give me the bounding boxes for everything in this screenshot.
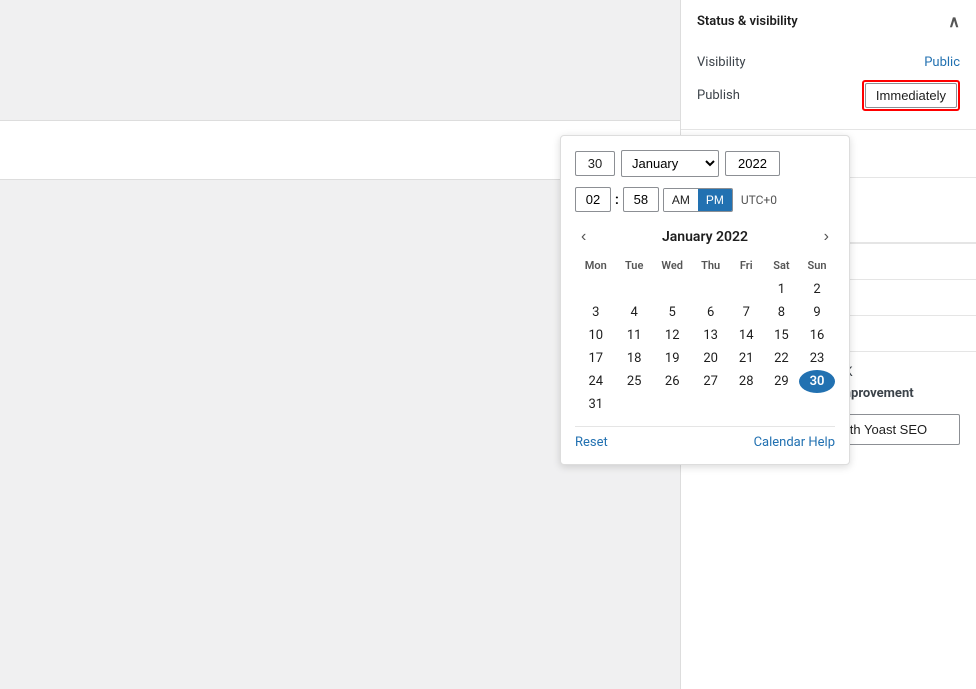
calendar-day-cell[interactable]: 18 [617, 347, 652, 370]
calendar-day-cell[interactable]: 7 [729, 301, 764, 324]
time-colon: : [615, 192, 619, 208]
next-month-button[interactable]: › [818, 226, 835, 248]
calendar-day-cell[interactable]: 9 [799, 301, 835, 324]
calendar-help-link[interactable]: Calendar Help [754, 435, 835, 450]
calendar-day-cell[interactable]: 11 [617, 324, 652, 347]
calendar-day-cell[interactable]: 20 [693, 347, 729, 370]
col-fri: Fri [729, 256, 764, 278]
calendar-day-cell[interactable]: 16 [799, 324, 835, 347]
calendar-week-row: 3456789 [575, 301, 835, 324]
publish-label: Publish [697, 88, 740, 103]
calendar-day-cell[interactable]: 3 [575, 301, 617, 324]
calendar-day-cell[interactable]: 30 [799, 370, 835, 393]
calendar-reset-link[interactable]: Reset [575, 435, 608, 450]
day-input[interactable] [575, 151, 615, 176]
am-pm-toggle: AM PM [663, 188, 733, 212]
col-mon: Mon [575, 256, 617, 278]
calendar-day-cell[interactable]: 6 [693, 301, 729, 324]
calendar-week-row: 17181920212223 [575, 347, 835, 370]
visibility-value-link[interactable]: Public [924, 55, 960, 70]
day-headers-row: Mon Tue Wed Thu Fri Sat Sun [575, 256, 835, 278]
calendar-day-cell[interactable]: 8 [764, 301, 799, 324]
am-button[interactable]: AM [664, 189, 698, 211]
calendar-day-cell[interactable]: 23 [799, 347, 835, 370]
calendar-week-row: 10111213141516 [575, 324, 835, 347]
calendar-empty-cell [693, 393, 729, 416]
prev-month-button[interactable]: ‹ [575, 226, 592, 248]
calendar-day-cell[interactable]: 29 [764, 370, 799, 393]
calendar-week-row: 24252627282930 [575, 370, 835, 393]
calendar-nav: ‹ January 2022 › [575, 226, 835, 248]
calendar-empty-cell [652, 393, 693, 416]
status-visibility-collapse-icon[interactable]: ∧ [948, 12, 960, 31]
calendar-empty-cell [575, 278, 617, 301]
calendar-header: Mon Tue Wed Thu Fri Sat Sun [575, 256, 835, 278]
calendar-day-cell[interactable]: 25 [617, 370, 652, 393]
calendar-day-cell[interactable]: 2 [799, 278, 835, 301]
calendar-day-cell[interactable]: 26 [652, 370, 693, 393]
calendar-day-cell[interactable]: 17 [575, 347, 617, 370]
year-input[interactable] [725, 151, 780, 176]
col-tue: Tue [617, 256, 652, 278]
date-row: January February March April May June Ju… [575, 150, 835, 177]
calendar-month-year: January 2022 [662, 229, 748, 245]
col-sat: Sat [764, 256, 799, 278]
visibility-row: Visibility Public [697, 51, 960, 74]
calendar-day-cell[interactable]: 12 [652, 324, 693, 347]
calendar-day-cell[interactable]: 27 [693, 370, 729, 393]
calendar-day-cell[interactable]: 5 [652, 301, 693, 324]
month-select[interactable]: January February March April May June Ju… [621, 150, 719, 177]
col-sun: Sun [799, 256, 835, 278]
time-row: : AM PM UTC+0 [575, 187, 835, 212]
calendar-empty-cell [729, 278, 764, 301]
calendar-day-cell[interactable]: 21 [729, 347, 764, 370]
calendar-day-cell[interactable]: 31 [575, 393, 617, 416]
calendar-day-cell[interactable]: 28 [729, 370, 764, 393]
status-visibility-section: Status & visibility ∧ Visibility Public … [681, 0, 976, 130]
calendar-empty-cell [729, 393, 764, 416]
hour-input[interactable] [575, 187, 611, 212]
calendar-empty-cell [617, 393, 652, 416]
calendar-grid: Mon Tue Wed Thu Fri Sat Sun 123456789101… [575, 256, 835, 416]
calendar-week-row: 12 [575, 278, 835, 301]
calendar-day-cell[interactable]: 10 [575, 324, 617, 347]
pm-button[interactable]: PM [698, 189, 732, 211]
status-visibility-body: Visibility Public Publish Immediately [681, 43, 976, 129]
calendar-day-cell[interactable]: 1 [764, 278, 799, 301]
calendar-day-cell[interactable]: 4 [617, 301, 652, 324]
calendar-day-cell[interactable]: 14 [729, 324, 764, 347]
visibility-label: Visibility [697, 55, 746, 70]
calendar-week-row: 31 [575, 393, 835, 416]
utc-label: UTC+0 [741, 193, 777, 207]
calendar-popup: January February March April May June Ju… [560, 135, 850, 465]
status-visibility-header: Status & visibility ∧ [681, 0, 976, 43]
publish-row: Publish Immediately [697, 74, 960, 117]
status-visibility-title: Status & visibility [697, 14, 798, 29]
calendar-day-cell[interactable]: 13 [693, 324, 729, 347]
calendar-empty-cell [652, 278, 693, 301]
calendar-empty-cell [693, 278, 729, 301]
immediately-button[interactable]: Immediately [865, 83, 957, 108]
calendar-empty-cell [617, 278, 652, 301]
calendar-day-cell[interactable]: 22 [764, 347, 799, 370]
minute-input[interactable] [623, 187, 659, 212]
calendar-empty-cell [799, 393, 835, 416]
calendar-day-cell[interactable]: 24 [575, 370, 617, 393]
col-thu: Thu [693, 256, 729, 278]
calendar-empty-cell [764, 393, 799, 416]
calendar-day-cell[interactable]: 15 [764, 324, 799, 347]
calendar-day-cell[interactable]: 19 [652, 347, 693, 370]
calendar-body: 1234567891011121314151617181920212223242… [575, 278, 835, 416]
col-wed: Wed [652, 256, 693, 278]
calendar-footer: Reset Calendar Help [575, 426, 835, 450]
publish-highlight-box: Immediately [862, 80, 960, 111]
